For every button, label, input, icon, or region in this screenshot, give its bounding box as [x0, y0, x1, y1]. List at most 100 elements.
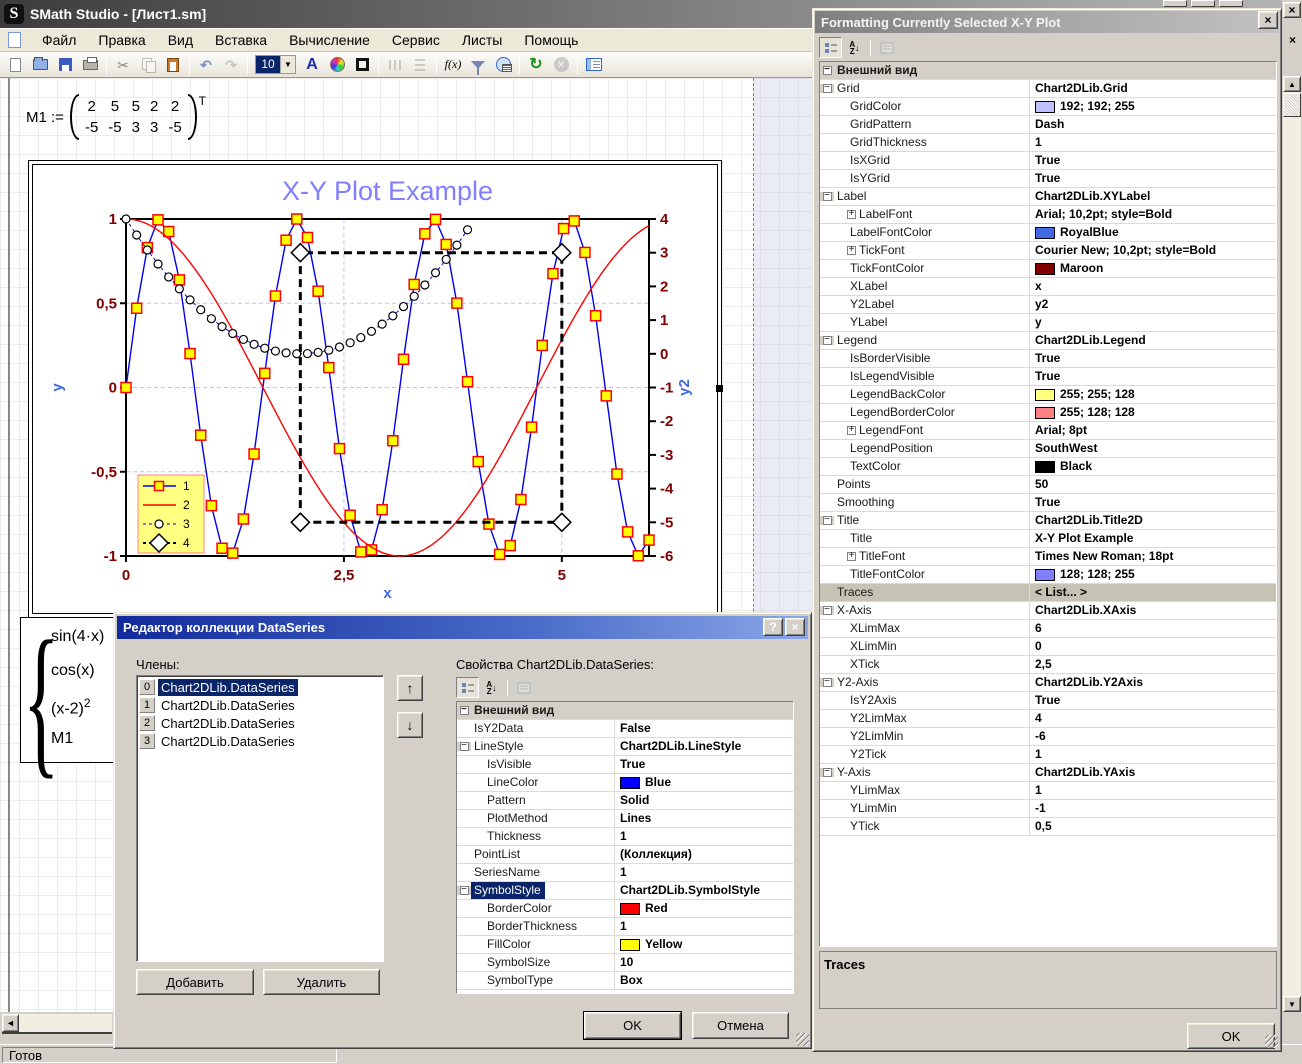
property-row[interactable]: −Внешний вид [457, 702, 793, 720]
property-name[interactable]: LineColor [457, 774, 615, 791]
property-row[interactable]: −LegendChart2DLib.Legend [820, 332, 1276, 350]
collapse-icon[interactable]: − [823, 516, 832, 525]
property-name[interactable]: IsBorderVisible [820, 350, 1030, 367]
scroll-left-icon[interactable]: ◄ [2, 1014, 19, 1032]
property-name[interactable]: TitleFontColor [820, 566, 1030, 583]
property-row[interactable]: Y2Tick1 [820, 746, 1276, 764]
property-name[interactable]: YTick [820, 818, 1030, 835]
property-name[interactable]: TickFontColor [820, 260, 1030, 277]
property-value[interactable]: X-Y Plot Example [1030, 530, 1276, 547]
property-name[interactable]: PlotMethod [457, 810, 615, 827]
property-row[interactable]: +TitleFontTimes New Roman; 18pt [820, 548, 1276, 566]
menu-item-Правка[interactable]: Правка [87, 29, 156, 51]
property-value[interactable]: Chart2DLib.Y2Axis [1030, 674, 1276, 691]
properties-panel-icon[interactable] [583, 55, 605, 75]
property-name[interactable]: Y2LimMax [820, 710, 1030, 727]
property-row[interactable]: −SymbolStyleChart2DLib.SymbolStyle [457, 882, 793, 900]
property-value[interactable]: 1 [1030, 782, 1276, 799]
property-row[interactable]: Y2LimMax4 [820, 710, 1276, 728]
expression-item[interactable]: sin(4·x) [51, 628, 104, 646]
property-name[interactable]: LegendBackColor [820, 386, 1030, 403]
resize-grip[interactable] [796, 1033, 809, 1046]
collapse-icon[interactable]: − [823, 768, 832, 777]
open-file-icon[interactable] [29, 55, 51, 75]
stop-icon[interactable]: × [550, 55, 572, 75]
resize-grip[interactable] [1265, 1035, 1278, 1048]
property-row[interactable]: IsVisibleTrue [457, 756, 793, 774]
property-value[interactable]: 50 [1030, 476, 1276, 493]
cut-icon[interactable]: ✂ [112, 55, 134, 75]
list-item[interactable]: 3Chart2DLib.DataSeries [139, 732, 381, 750]
property-name[interactable]: −LineStyle [457, 738, 615, 755]
property-value[interactable]: True [1030, 350, 1276, 367]
close-icon[interactable]: × [1283, 2, 1301, 18]
property-row[interactable]: IsY2DataFalse [457, 720, 793, 738]
property-value[interactable]: 10 [615, 954, 793, 971]
property-name[interactable]: IsVisible [457, 756, 615, 773]
move-up-button[interactable]: ↑ [397, 675, 423, 701]
property-row[interactable]: IsBorderVisibleTrue [820, 350, 1276, 368]
property-value[interactable]: -1 [1030, 800, 1276, 817]
property-row[interactable]: LegendBackColor255; 255; 128 [820, 386, 1276, 404]
dialog-title-bar[interactable]: Редактор коллекции DataSeries ? × [117, 616, 808, 639]
property-name[interactable]: −X-Axis [820, 602, 1030, 619]
function-icon[interactable]: f(x) [442, 55, 464, 75]
property-row[interactable]: SmoothingTrue [820, 494, 1276, 512]
property-row[interactable]: Traces< List... > [820, 584, 1276, 602]
property-row[interactable]: SymbolSize10 [457, 954, 793, 972]
property-name[interactable]: XTick [820, 656, 1030, 673]
property-row[interactable]: IsXGridTrue [820, 152, 1276, 170]
palette-icon[interactable] [326, 55, 348, 75]
property-value[interactable]: Box [615, 972, 793, 989]
vertical-scrollbar[interactable]: ▲ ▼ [1283, 76, 1301, 1012]
property-name[interactable]: −Y-Axis [820, 764, 1030, 781]
ok-button[interactable]: OK [584, 1012, 681, 1039]
language-globe-icon[interactable] [492, 55, 514, 75]
property-row[interactable]: TickFontColorMaroon [820, 260, 1276, 278]
property-name[interactable]: XLimMax [820, 620, 1030, 637]
border-icon[interactable] [351, 55, 373, 75]
property-value[interactable]: Yellow [615, 936, 793, 953]
font-color-icon[interactable]: A [301, 55, 323, 75]
property-value[interactable]: True [1030, 152, 1276, 169]
property-row[interactable]: LegendBorderColor255; 128; 128 [820, 404, 1276, 422]
property-name[interactable]: LegendBorderColor [820, 404, 1030, 421]
property-value[interactable]: 1 [615, 864, 793, 881]
property-value[interactable]: Black [1030, 458, 1276, 475]
property-row[interactable]: GridThickness1 [820, 134, 1276, 152]
panel-title-bar[interactable]: Formatting Currently Selected X-Y Plot [815, 11, 1279, 33]
property-name[interactable]: YLabel [820, 314, 1030, 331]
property-value[interactable]: Chart2DLib.YAxis [1030, 764, 1276, 781]
expression-item[interactable]: (x-2)2 [51, 696, 91, 718]
property-row[interactable]: IsLegendVisibleTrue [820, 368, 1276, 386]
property-value[interactable]: < List... > [1030, 584, 1276, 601]
maximize-button[interactable] [1191, 0, 1215, 7]
property-value[interactable]: Times New Roman; 18pt [1030, 548, 1276, 565]
copy-icon[interactable] [137, 55, 159, 75]
property-name[interactable]: Thickness [457, 828, 615, 845]
close-icon[interactable]: × [785, 618, 805, 636]
property-row[interactable]: XTick2,5 [820, 656, 1276, 674]
property-value[interactable]: 255; 255; 128 [1030, 386, 1276, 403]
property-name[interactable]: −Title [820, 512, 1030, 529]
property-row[interactable]: −TitleChart2DLib.Title2D [820, 512, 1276, 530]
menu-item-Файл[interactable]: Файл [31, 29, 87, 51]
property-value[interactable]: True [1030, 494, 1276, 511]
property-row[interactable]: TextColorBlack [820, 458, 1276, 476]
property-name[interactable]: YLimMax [820, 782, 1030, 799]
property-value[interactable]: 1 [1030, 134, 1276, 151]
property-value[interactable]: Red [615, 900, 793, 917]
chevron-down-icon[interactable]: ▼ [280, 56, 295, 73]
property-name[interactable]: IsLegendVisible [820, 368, 1030, 385]
matrix-definition[interactable]: M1 := 25522-5-533-5 T [26, 94, 204, 140]
property-name[interactable]: XLimMin [820, 638, 1030, 655]
property-value[interactable]: Dash [1030, 116, 1276, 133]
dialog-property-grid[interactable]: −Внешний видIsY2DataFalse−LineStyleChart… [456, 701, 794, 994]
property-name[interactable]: YLimMin [820, 800, 1030, 817]
collapse-icon[interactable]: − [460, 706, 469, 715]
property-value[interactable]: True [1030, 368, 1276, 385]
expand-icon[interactable]: + [847, 246, 856, 255]
paste-icon[interactable] [162, 55, 184, 75]
ok-button[interactable]: OK [1187, 1023, 1275, 1049]
property-name[interactable]: −Legend [820, 332, 1030, 349]
